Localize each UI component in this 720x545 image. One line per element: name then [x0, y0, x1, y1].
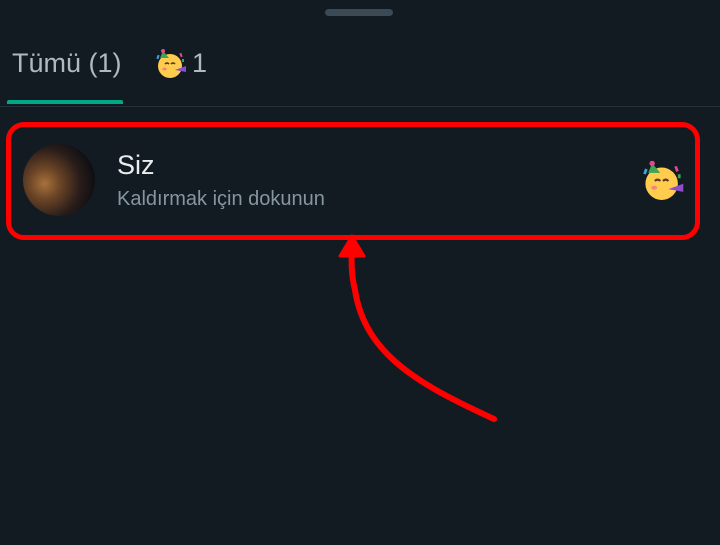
active-tab-indicator — [7, 100, 123, 104]
reaction-tabs: Tümü (1) 1 — [0, 30, 720, 107]
partying-face-icon — [643, 160, 684, 200]
reactions-sheet: Tümü (1) 1 Siz Kaldırmak için dokunun — [0, 0, 720, 545]
avatar — [23, 144, 95, 216]
drag-handle[interactable] — [325, 9, 393, 16]
tab-all[interactable]: Tümü (1) — [7, 30, 123, 104]
tab-emoji-count: 1 — [192, 48, 208, 78]
reaction-row-self[interactable]: Siz Kaldırmak için dokunun — [6, 122, 696, 236]
tab-partying-face[interactable]: 1 — [152, 30, 212, 104]
partying-face-icon — [156, 49, 186, 78]
tab-all-label: Tümü (1) — [12, 48, 122, 78]
reaction-remove-hint: Kaldırmak için dokunun — [117, 188, 325, 210]
reaction-user-name: Siz — [117, 150, 155, 180]
